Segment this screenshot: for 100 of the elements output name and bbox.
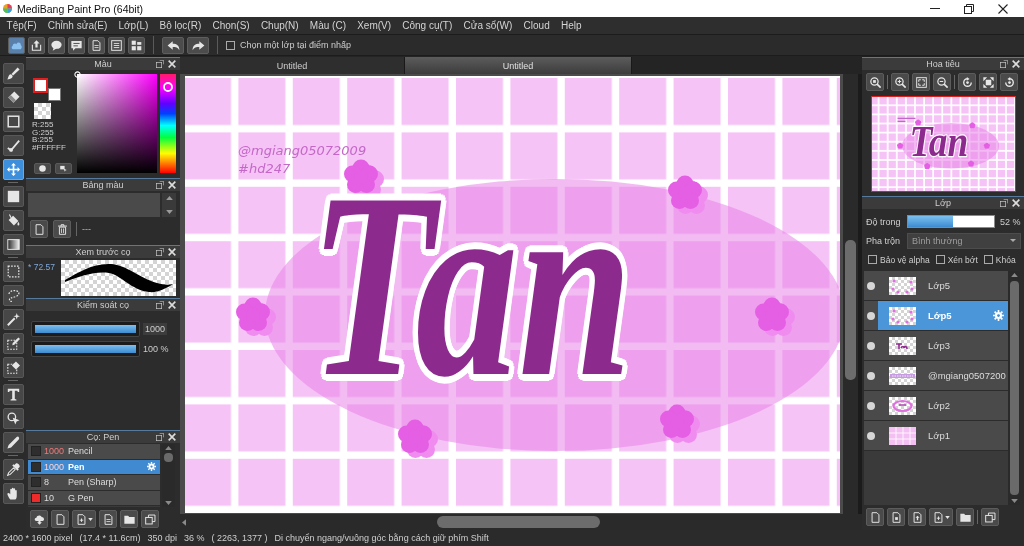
layer-action-button[interactable] xyxy=(956,508,974,526)
checkbox[interactable] xyxy=(226,40,235,50)
close-icon[interactable] xyxy=(1012,60,1020,68)
close-icon[interactable] xyxy=(168,433,176,441)
navigator-button[interactable] xyxy=(1000,73,1018,91)
close-icon[interactable] xyxy=(168,60,176,68)
tool-button[interactable] xyxy=(2,284,24,306)
tool-button[interactable] xyxy=(2,158,24,180)
tool-button[interactable] xyxy=(2,110,24,132)
brush-size-field[interactable]: 1000 xyxy=(143,323,168,335)
layer-action-button[interactable] xyxy=(981,508,999,526)
navigator-button[interactable] xyxy=(891,73,909,91)
redo-button[interactable] xyxy=(187,36,209,54)
scrollbar-thumb[interactable] xyxy=(437,516,600,528)
tool-button[interactable] xyxy=(2,233,24,255)
document-tab[interactable]: Untitled xyxy=(405,57,632,74)
layer-row[interactable]: Lớp2 xyxy=(864,391,1008,421)
tool-button[interactable] xyxy=(2,260,24,282)
tool-button[interactable] xyxy=(2,62,24,84)
menu-item[interactable]: Màu (C) xyxy=(304,17,352,34)
scrollbar-thumb[interactable] xyxy=(845,240,856,380)
layer-action-button[interactable] xyxy=(887,508,905,526)
layer-action-button[interactable] xyxy=(908,508,926,526)
navigator-button[interactable] xyxy=(979,73,997,91)
tool-button[interactable] xyxy=(2,383,24,405)
visibility-dot-icon[interactable] xyxy=(867,311,875,320)
navigator-button[interactable] xyxy=(933,73,951,91)
transparent-swatch-icon[interactable] xyxy=(34,103,51,119)
tiles-button[interactable] xyxy=(128,36,145,54)
scroll-left-icon[interactable] xyxy=(182,518,186,526)
close-icon[interactable] xyxy=(168,301,176,309)
brush-action-button[interactable] xyxy=(120,510,138,528)
brush-opacity-slider[interactable] xyxy=(31,341,140,357)
menu-item[interactable]: Chỉnh sửa(E) xyxy=(42,17,113,34)
layer-row[interactable]: Lớp1 xyxy=(864,421,1008,451)
visibility-dot-icon[interactable] xyxy=(867,401,875,410)
navigator-button[interactable] xyxy=(958,73,976,91)
menu-item[interactable]: Công cụ(T) xyxy=(396,17,458,34)
upload-button[interactable] xyxy=(28,36,45,54)
document-tab[interactable]: Untitled xyxy=(180,57,405,74)
popout-icon[interactable] xyxy=(156,248,164,256)
scroll-down-icon[interactable] xyxy=(165,501,172,505)
brush-size-slider[interactable] xyxy=(31,321,140,337)
tool-button[interactable] xyxy=(2,308,24,330)
menu-item[interactable]: Bộ lọc(R) xyxy=(153,17,207,34)
brush-action-button[interactable] xyxy=(51,510,69,528)
menu-item[interactable]: Cloud xyxy=(518,17,556,34)
document-button[interactable] xyxy=(88,36,105,54)
menu-item[interactable]: Xem(V) xyxy=(351,17,397,34)
popout-icon[interactable] xyxy=(156,60,164,68)
menu-item[interactable]: Lớp(L) xyxy=(112,17,154,34)
menu-item[interactable]: Chọn(S) xyxy=(206,17,256,34)
color-button[interactable] xyxy=(34,163,51,175)
navigator-preview[interactable]: Tan xyxy=(871,96,1016,192)
tool-button[interactable] xyxy=(2,332,24,354)
opacity-slider[interactable] xyxy=(907,215,995,228)
menu-item[interactable]: Tệp(F) xyxy=(1,17,43,34)
scroll-up-icon[interactable] xyxy=(165,446,172,450)
delete-button[interactable] xyxy=(53,220,71,238)
menu-item[interactable]: Help xyxy=(555,17,588,34)
menu-item[interactable]: Chụp(N) xyxy=(255,17,305,34)
menu-item[interactable]: Cửa sổ(W) xyxy=(457,17,518,34)
popout-icon[interactable] xyxy=(156,181,164,189)
scrollbar-track[interactable] xyxy=(843,74,858,514)
checkbox[interactable] xyxy=(983,255,993,264)
layer-row[interactable]: Lớp5 xyxy=(864,271,1008,301)
palette-swatch-area[interactable] xyxy=(28,193,160,217)
checkbox[interactable] xyxy=(935,255,945,264)
scroll-up-icon[interactable] xyxy=(1010,273,1018,277)
visibility-dot-icon[interactable] xyxy=(867,371,875,380)
tool-button[interactable] xyxy=(2,407,24,429)
scrollbar-thumb[interactable] xyxy=(164,453,173,462)
layer-row[interactable]: Lớp3 xyxy=(864,331,1008,361)
brush-action-button[interactable] xyxy=(99,510,117,528)
color-button[interactable] xyxy=(55,163,72,175)
hue-slider-track[interactable] xyxy=(160,74,176,173)
sub-color-swatch-icon[interactable] xyxy=(48,88,61,101)
scrollbar-thumb[interactable] xyxy=(1009,281,1019,495)
scroll-down-icon[interactable] xyxy=(165,210,173,214)
message-button[interactable] xyxy=(68,36,85,54)
close-icon[interactable] xyxy=(1012,199,1020,207)
new-palette-button[interactable] xyxy=(30,220,48,238)
undo-button[interactable] xyxy=(162,36,184,54)
tool-button[interactable] xyxy=(2,431,24,453)
tool-button[interactable] xyxy=(2,482,24,504)
brush-action-button[interactable] xyxy=(30,510,48,528)
layer-action-button[interactable] xyxy=(866,508,884,526)
checkbox[interactable] xyxy=(868,255,877,264)
brush-action-button[interactable] xyxy=(72,510,96,528)
brush-item[interactable]: 8 Pen (Sharp) xyxy=(28,475,160,491)
cloud-button[interactable] xyxy=(8,36,25,54)
tool-button[interactable] xyxy=(2,86,24,108)
tool-button[interactable] xyxy=(2,134,24,156)
color-picker-field[interactable] xyxy=(77,74,157,173)
brush-action-button[interactable] xyxy=(141,510,159,528)
palette-scrollbar[interactable] xyxy=(162,193,176,217)
gear-icon[interactable] xyxy=(993,310,1004,321)
close-icon[interactable] xyxy=(168,181,176,189)
tool-button[interactable] xyxy=(2,458,24,480)
popout-icon[interactable] xyxy=(1000,60,1008,68)
